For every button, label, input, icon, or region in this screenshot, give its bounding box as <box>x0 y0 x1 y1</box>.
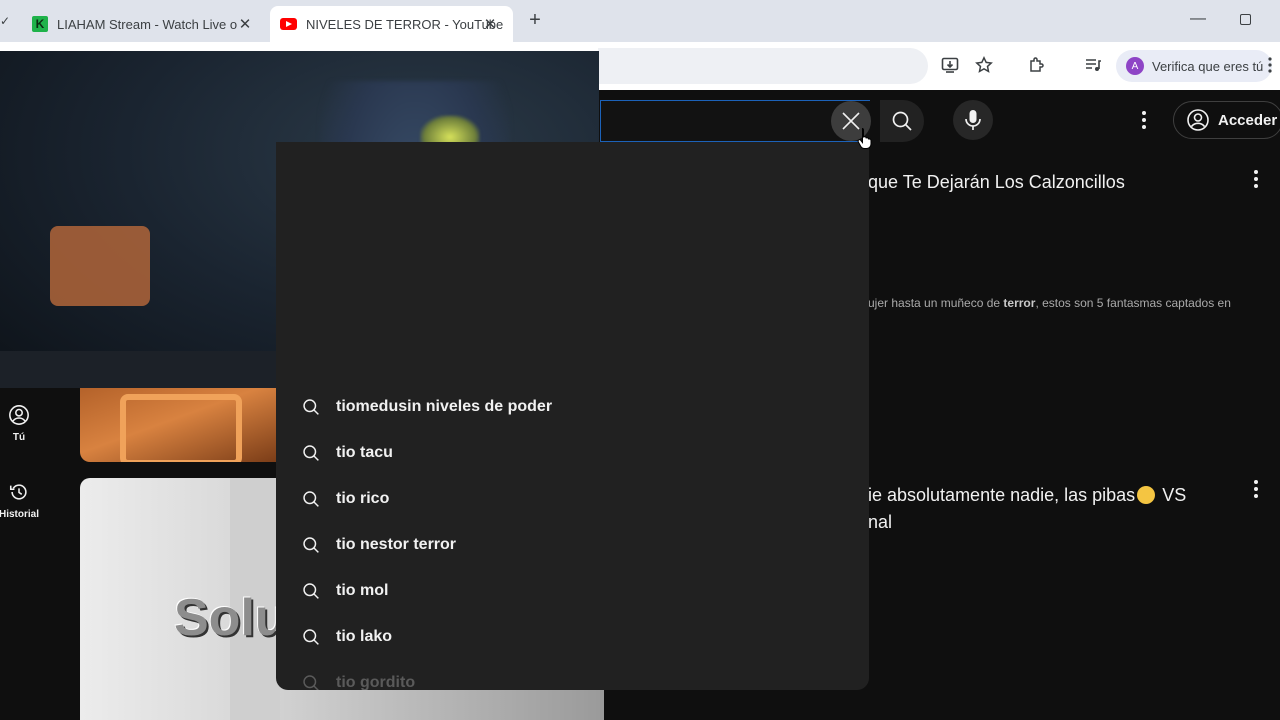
suggestion-text: tio gordito <box>336 674 416 690</box>
suggestion-item[interactable]: tiomedusin niveles de poder <box>276 384 869 430</box>
browser-menu-icon[interactable] <box>1260 56 1280 76</box>
restore-window-icon[interactable] <box>1240 14 1251 25</box>
desc-text: ujer hasta un muñeco de <box>868 296 1004 310</box>
flushed-face-emoji-icon <box>1137 486 1156 504</box>
suggestion-item[interactable]: tio lako <box>276 614 869 660</box>
suggestion-item[interactable]: tio mol <box>276 568 869 614</box>
minimize-window-icon[interactable]: — <box>1190 10 1206 28</box>
account-circle-icon <box>1187 109 1209 131</box>
profile-avatar: A <box>1126 57 1144 75</box>
suggestion-text: tio tacu <box>336 444 393 461</box>
liaham-favicon-icon: K <box>32 16 48 32</box>
search-icon <box>303 491 319 507</box>
search-icon <box>303 583 319 599</box>
title-text: VS <box>1157 485 1187 505</box>
result-title-2[interactable]: ie absolutamente nadie, las pibas VS nal <box>868 482 1228 536</box>
guide-item-you[interactable]: Tú <box>0 404 38 443</box>
guide-item-history[interactable]: Historial <box>0 481 40 520</box>
search-icon <box>303 399 319 415</box>
result-menu-icon[interactable] <box>1251 170 1261 192</box>
desc-highlight: terror <box>1003 296 1036 310</box>
guide-label: Tú <box>12 432 26 443</box>
voice-search-button[interactable] <box>953 100 993 140</box>
desc-text: , estos son 5 fantasmas captados en <box>1035 296 1231 310</box>
bookmark-star-icon[interactable] <box>974 56 994 76</box>
close-tab-icon[interactable]: ✕ <box>236 15 254 33</box>
search-icon <box>303 445 319 461</box>
tab-liaham-stream[interactable]: K LIAHAM Stream - Watch Live o ✕ <box>22 6 268 42</box>
microphone-icon <box>965 110 981 130</box>
video-thumbnail[interactable] <box>80 388 276 462</box>
search-icon <box>303 537 319 553</box>
suggestion-item[interactable]: tio nestor terror <box>276 522 869 568</box>
close-tab-icon[interactable]: ✕ <box>481 15 499 33</box>
suggestion-item[interactable]: tio tacu <box>276 430 869 476</box>
tab-overflow-chevron-icon[interactable]: ✓ <box>0 14 10 28</box>
sign-in-label: Acceder <box>1218 111 1278 129</box>
suggestion-text: tio mol <box>336 582 389 599</box>
search-icon <box>303 629 319 645</box>
search-icon <box>892 111 912 131</box>
tab-title: LIAHAM Stream - Watch Live o <box>57 16 238 32</box>
suggestion-text: tio nestor terror <box>336 536 457 553</box>
install-app-icon[interactable] <box>940 56 960 76</box>
search-icon <box>303 675 319 690</box>
result-description-1: ujer hasta un muñeco de terror, estos so… <box>868 296 1231 310</box>
browser-tab-bar: ✓ K LIAHAM Stream - Watch Live o ✕ NIVEL… <box>0 0 1280 42</box>
title-text: nal <box>868 512 893 532</box>
search-input[interactable] <box>600 100 870 142</box>
tab-youtube[interactable]: NIVELES DE TERROR - YouTube ✕ <box>270 6 513 42</box>
account-circle-icon <box>9 405 29 425</box>
suggestion-item[interactable]: tio rico <box>276 476 869 522</box>
new-tab-plus-icon[interactable]: + <box>524 9 546 32</box>
history-icon <box>9 484 27 500</box>
extensions-puzzle-icon[interactable] <box>1027 56 1047 76</box>
settings-menu-icon[interactable] <box>1134 108 1154 132</box>
search-button[interactable] <box>880 100 924 142</box>
address-bar[interactable] <box>598 48 928 84</box>
verify-label: Verifica que eres tú <box>1152 58 1264 74</box>
result-menu-icon[interactable] <box>1251 480 1261 502</box>
media-controls-icon[interactable] <box>1083 56 1103 76</box>
suggestion-text: tio rico <box>336 490 390 507</box>
title-text: ie absolutamente nadie, las pibas <box>868 485 1136 505</box>
tab-title: NIVELES DE TERROR - YouTube <box>306 16 504 32</box>
search-suggestions-dropdown: tiomedusin niveles de poder tio tacu tio… <box>276 142 869 690</box>
video-frame-chair <box>50 226 150 306</box>
result-title-1[interactable]: que Te Dejarán Los Calzoncillos <box>868 172 1125 193</box>
hand-cursor-icon <box>857 128 872 149</box>
sign-in-button[interactable]: Acceder <box>1173 101 1280 139</box>
suggestion-item[interactable]: tio gordito <box>276 660 869 690</box>
suggestion-text: tiomedusin niveles de poder <box>336 398 553 415</box>
verify-profile-button[interactable]: A Verifica que eres tú <box>1116 50 1272 82</box>
youtube-favicon-icon <box>280 18 297 30</box>
suggestion-text: tio lako <box>336 628 393 645</box>
guide-label: Historial <box>0 509 40 520</box>
